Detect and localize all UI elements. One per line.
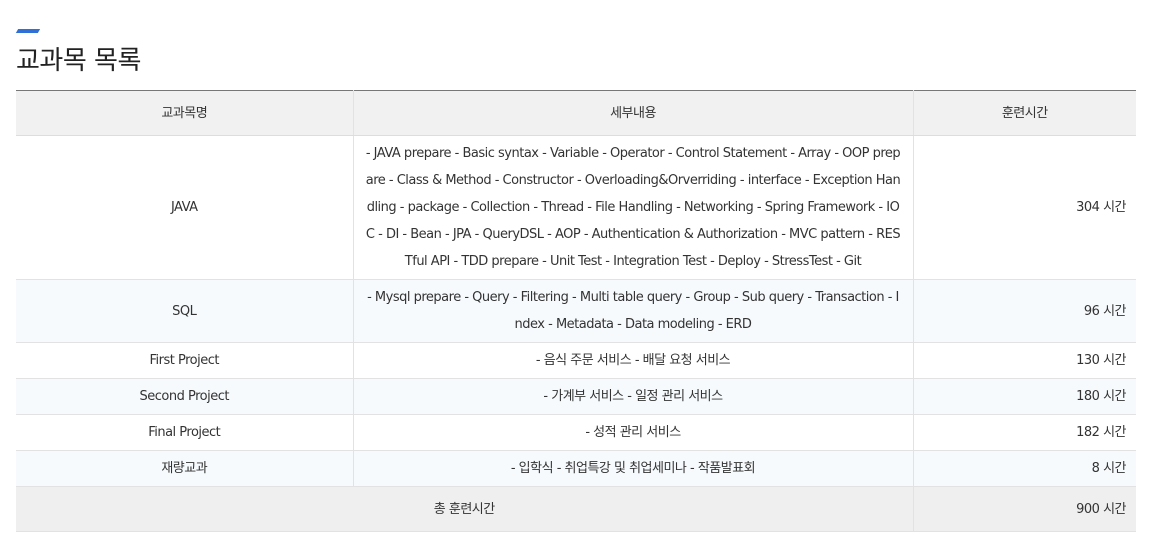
table-header: 교과목명 세부내용 훈련시간 (16, 90, 1136, 136)
course-detail: - 입학식 - 취업특강 및 취업세미나 - 작품발표회 (353, 450, 914, 487)
course-name: SQL (16, 279, 354, 343)
table-row: SQL - Mysql prepare - Query - Filtering … (16, 279, 1136, 343)
total-hours: 900 시간 (913, 486, 1136, 532)
course-hours: 96 시간 (913, 279, 1136, 343)
course-hours: 182 시간 (913, 414, 1136, 451)
course-detail: - 음식 주문 서비스 - 배달 요청 서비스 (353, 342, 914, 379)
column-header-name: 교과목명 (16, 90, 354, 136)
course-detail: - JAVA prepare - Basic syntax - Variable… (353, 135, 914, 280)
course-name: Second Project (16, 378, 354, 415)
curriculum-table: 교과목명 세부내용 훈련시간 JAVA - JAVA prepare - Bas… (16, 90, 1136, 532)
title-accent-bar (15, 29, 41, 33)
total-label: 총 훈련시간 (16, 486, 914, 532)
course-name: 재량교과 (16, 450, 354, 487)
course-detail: - 가계부 서비스 - 일정 관리 서비스 (353, 378, 914, 415)
table-row: Second Project - 가계부 서비스 - 일정 관리 서비스 180… (16, 378, 1136, 415)
course-detail: - 성적 관리 서비스 (353, 414, 914, 451)
course-name: JAVA (16, 135, 354, 280)
table-row: 재량교과 - 입학식 - 취업특강 및 취업세미나 - 작품발표회 8 시간 (16, 450, 1136, 487)
course-hours: 304 시간 (913, 135, 1136, 280)
total-row: 총 훈련시간 900 시간 (16, 486, 1136, 532)
course-hours: 8 시간 (913, 450, 1136, 487)
course-name: First Project (16, 342, 354, 379)
course-hours: 180 시간 (913, 378, 1136, 415)
table-body: JAVA - JAVA prepare - Basic syntax - Var… (16, 135, 1136, 487)
column-header-detail: 세부내용 (353, 90, 914, 136)
course-name: Final Project (16, 414, 354, 451)
table-row: First Project - 음식 주문 서비스 - 배달 요청 서비스 13… (16, 342, 1136, 379)
table-row: Final Project - 성적 관리 서비스 182 시간 (16, 414, 1136, 451)
page-title: 교과목 목록 (16, 46, 141, 76)
course-hours: 130 시간 (913, 342, 1136, 379)
course-detail: - Mysql prepare - Query - Filtering - Mu… (353, 279, 914, 343)
table-footer: 총 훈련시간 900 시간 (16, 486, 1136, 532)
table-row: JAVA - JAVA prepare - Basic syntax - Var… (16, 135, 1136, 280)
table-header-row: 교과목명 세부내용 훈련시간 (16, 90, 1136, 136)
column-header-hours: 훈련시간 (913, 90, 1136, 136)
